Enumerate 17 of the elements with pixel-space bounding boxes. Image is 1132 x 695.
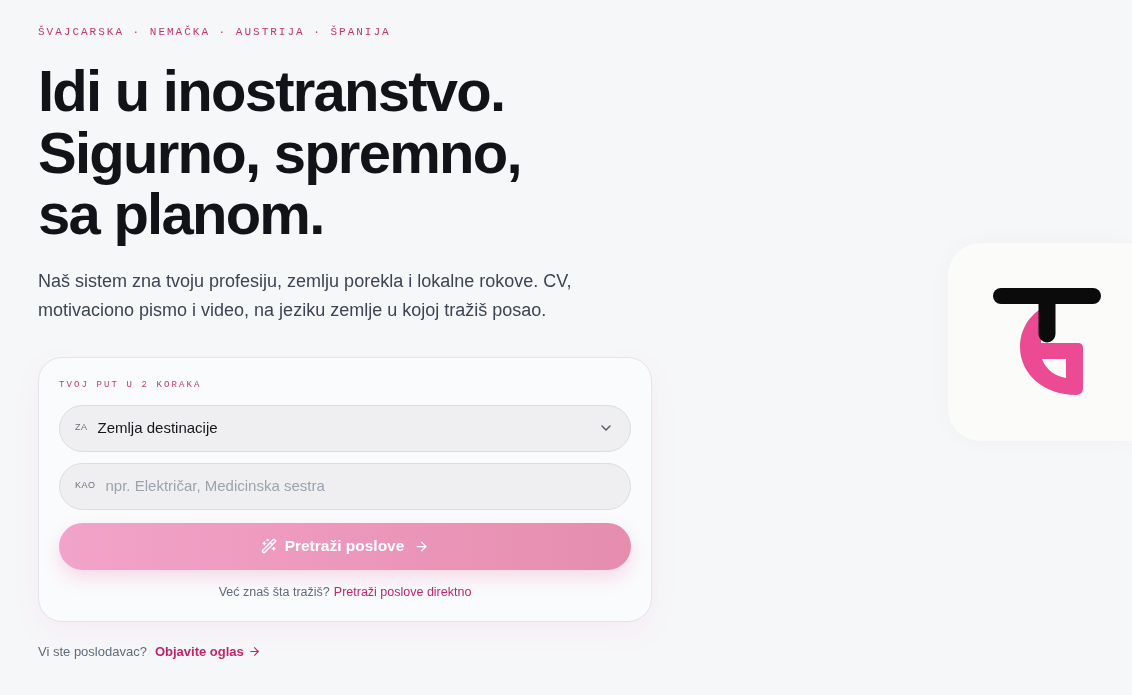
post-ad-link[interactable]: Objavite oglas [154,642,261,661]
select-value: Zemlja destinacije [97,417,218,438]
arrow-right-icon [414,538,430,554]
arrow-right-icon [247,645,261,658]
intro-paragraph: Naš sistem zna tvoju profesiju, zemlju porekla i lokalne rokove. CV, motivaciono pismo i video, na jeziku zemlje u kojoj tražiš posao. [38,269,572,322]
destination-select[interactable]: ZA Zemlja destinacije [59,404,631,452]
field-prefix: ZA [75,421,88,435]
direct-search-link[interactable]: Pretraži poslove direktno [333,583,472,600]
countries-eyebrow: ŠVAJCARSKA · NEMAČKA · AUSTRIJA · ŠPANIJA [38,25,391,39]
occupation-input[interactable]: npr. Električar, Medicinska sestra [105,474,614,498]
employer-question: Vi ste poslodavac? [38,642,147,661]
headline: Idi u inostranstvo. Sigurno, spremno, sa planom. [38,60,521,245]
occupation-field[interactable]: KAO npr. Električar, Medicinska sestra [59,462,631,510]
hint-text: Već znaš šta tražiš? [218,583,330,600]
magic-wand-icon [260,538,277,554]
card-label: TVOJ PUT U 2 KORAKA [59,378,202,391]
field-prefix: KAO [75,479,96,493]
